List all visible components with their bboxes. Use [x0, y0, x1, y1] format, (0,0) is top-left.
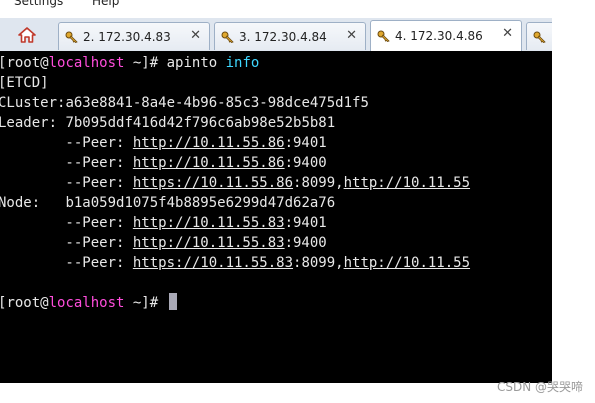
menu-settings[interactable]: Settings [14, 0, 63, 8]
tab-session-2[interactable]: 2. 172.30.4.83 ✕ [58, 22, 210, 50]
close-icon[interactable]: ✕ [502, 26, 513, 41]
close-icon[interactable]: ✕ [346, 28, 357, 43]
node-peer-line: --Peer: http://10.11.55.83:9400 [0, 235, 327, 251]
leader-peer-line: --Peer: http://10.11.55.86:9401 [0, 135, 327, 151]
session-tab-bar: 2. 172.30.4.83 ✕ 3. 172.30.4.84 ✕ 4. 172… [0, 18, 552, 51]
leader-peer-line: --Peer: https://10.11.55.86:8099,http://… [0, 175, 471, 191]
peer-link[interactable]: http://10.11.55.86 [133, 155, 285, 171]
close-icon[interactable]: ✕ [190, 28, 201, 43]
node-peer-line: --Peer: http://10.11.55.83:9401 [0, 215, 327, 231]
peer-link[interactable]: http://10.11.55.83 [133, 215, 285, 231]
tab-label: 2. 172.30.4.83 [83, 29, 171, 44]
section-header: [ETCD] [0, 75, 49, 91]
menu-help[interactable]: Help [92, 0, 119, 8]
key-icon [533, 31, 546, 43]
tab-label: 3. 172.30.4.84 [239, 29, 327, 44]
peer-link[interactable]: http://10.11.55.86 [133, 135, 285, 151]
menu-bar: Settings Help [0, 0, 595, 12]
tab-session-3[interactable]: 3. 172.30.4.84 ✕ [214, 22, 366, 50]
tab-label: 4. 172.30.4.86 [395, 29, 483, 43]
prompt-line[interactable]: [root@localhost ~]# [0, 293, 177, 313]
leader-line: Leader: 7b095ddf416d42f796c6ab98e52b5b81 [0, 115, 336, 131]
tab-session-overflow[interactable] [526, 22, 552, 50]
cluster-line: CLuster:a63e8841-8a4e-4b96-85c3-98dce475… [0, 95, 369, 111]
terminal-output[interactable]: [root@localhost ~]# apinto info [ETCD] C… [0, 51, 552, 383]
peer-link[interactable]: https://10.11.55.83 [133, 255, 293, 271]
key-icon [377, 30, 390, 42]
key-icon [221, 31, 234, 43]
node-line: Node: b1a059d1075f4b8895e6299d47d62a76 [0, 195, 336, 211]
peer-link[interactable]: https://10.11.55.86 [133, 175, 293, 191]
home-icon [18, 27, 36, 43]
peer-link[interactable]: http://10.11.55 [344, 255, 470, 271]
peer-link[interactable]: http://10.11.55 [344, 175, 470, 191]
watermark: CSDN @哭哭啼 [496, 380, 583, 394]
node-peer-line: --Peer: https://10.11.55.83:8099,http://… [0, 255, 471, 271]
home-tab[interactable] [4, 20, 50, 50]
peer-link[interactable]: http://10.11.55.83 [133, 235, 285, 251]
command-line: [root@localhost ~]# apinto info [0, 55, 260, 71]
leader-peer-line: --Peer: http://10.11.55.86:9400 [0, 155, 327, 171]
text-cursor [168, 293, 177, 310]
key-icon [65, 31, 78, 43]
tab-session-4[interactable]: 4. 172.30.4.86 ✕ [370, 20, 522, 51]
